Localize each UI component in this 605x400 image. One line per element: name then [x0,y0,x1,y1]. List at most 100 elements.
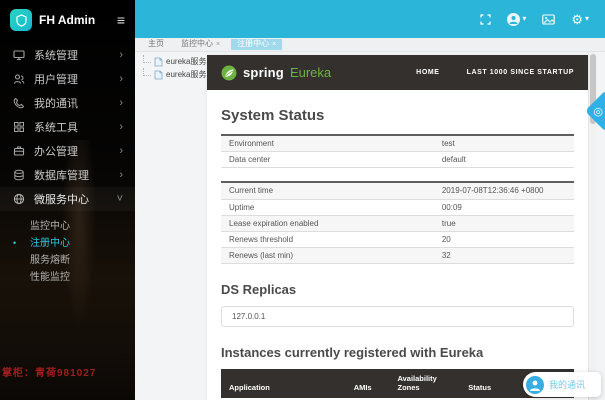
eureka-nav-links: HOME LAST 1000 SINCE STARTUP [416,69,574,76]
tab-home[interactable]: 主页 [142,39,170,50]
chevron-down-icon: ˅ [117,194,123,205]
table-row: Data center default [221,152,574,168]
message-icon[interactable] [542,14,555,25]
sidebar-item-system-tools[interactable]: 系统工具 › [0,115,135,139]
sidebar-item-label: 办公管理 [34,143,110,159]
eureka-dashboard: spring Eureka HOME LAST 1000 SINCE START… [207,55,588,400]
row-label: Lease expiration enabled [221,216,440,231]
tab-label: 监控中心 [181,40,213,49]
sidebar-item-system-mgmt[interactable]: 系统管理 › [0,43,135,67]
tree-item-label: eureka服务2 [166,69,211,80]
caret-down-icon: ▾ [522,15,526,23]
settings-menu[interactable]: ⚙ ▾ [571,13,589,26]
table-row: Renews (last min) 32 [221,248,574,264]
replica-item: 127.0.0.1 [221,306,574,327]
table-row: Environment test [221,136,574,152]
submenu-item-registry-center[interactable]: • 注册中心 [0,235,135,252]
app-logo-icon [10,9,32,31]
tree-item-label: eureka服务1 [166,56,211,67]
sidebar: FH Admin ≡ 系统管理 › 用户管理 › 我的通讯 › [0,0,135,400]
caret-down-icon: ▾ [585,15,589,23]
table-row: Uptime 00:09 [221,200,574,216]
chat-widget-label: 我的通讯 [549,378,585,391]
main-content: eureka服务1 eureka服务2 spring Eureka HOME L… [135,52,605,400]
tab-monitor-center[interactable]: 监控中心 × [175,39,226,50]
instances-table-header: Application AMIs Availability Zones Stat… [221,369,574,398]
column-header-application: Application [229,383,354,392]
microservice-submenu: 监控中心 • 注册中心 服务熔断 性能监控 [0,211,135,290]
file-icon [154,70,163,80]
sidebar-item-my-contacts[interactable]: 我的通讯 › [0,91,135,115]
grid-icon [12,121,25,134]
section-title-instances: Instances currently registered with Eure… [221,345,574,360]
active-dot-icon: • [13,235,16,252]
submenu-item-label: 注册中心 [30,238,70,249]
chat-widget[interactable]: 我的通讯 [523,372,601,397]
tab-label: 主页 [148,40,164,49]
tab-label: 注册中心 [237,40,269,49]
row-value: 20 [440,232,574,247]
row-label: Environment [221,136,440,151]
settings-aperture-icon[interactable]: ◎ [593,105,603,118]
runtime-status-table: Current time 2019-07-08T12:36:46 +0800 U… [221,181,574,264]
sidebar-item-label: 我的通讯 [34,95,110,111]
briefcase-icon [12,145,25,158]
eureka-navbar: spring Eureka HOME LAST 1000 SINCE START… [207,55,588,90]
row-value: 00:09 [440,200,574,215]
nav-link-home[interactable]: HOME [416,69,439,76]
brand-product-text: Eureka [290,65,331,80]
phone-icon [12,97,25,110]
row-label: Data center [221,152,440,167]
users-icon [12,73,25,86]
tree-item-eureka-service-1[interactable]: eureka服务1 [143,55,211,68]
row-value: test [440,136,574,151]
user-menu[interactable]: ▾ [507,13,526,26]
sidebar-item-microservice-center[interactable]: 微服务中心 ˅ [0,187,135,211]
service-tree: eureka服务1 eureka服务2 [143,55,211,81]
fullscreen-icon[interactable] [480,14,491,25]
tree-item-eureka-service-2[interactable]: eureka服务2 [143,68,211,81]
tree-connector [143,68,151,76]
globe-icon [12,193,25,206]
table-row: Current time 2019-07-08T12:36:46 +0800 [221,183,574,199]
chevron-right-icon: › [119,122,123,133]
spring-leaf-icon [221,65,237,81]
sidebar-item-label: 系统工具 [34,119,110,135]
chevron-right-icon: › [119,146,123,157]
tab-registry-center[interactable]: 注册中心 × [231,39,282,50]
tree-connector [143,55,151,63]
row-value: default [440,152,574,167]
sidebar-item-label: 用户管理 [34,71,110,87]
row-value: 2019-07-08T12:36:46 +0800 [440,183,574,198]
sidebar-collapse-icon[interactable]: ≡ [117,13,125,27]
sidebar-item-label: 微服务中心 [34,191,108,207]
chevron-right-icon: › [119,98,123,109]
top-header: ▾ ⚙ ▾ [135,0,605,38]
submenu-item-circuit-breaker[interactable]: 服务熔断 [0,252,135,269]
sidebar-item-user-mgmt[interactable]: 用户管理 › [0,67,135,91]
nav-link-last-1000[interactable]: LAST 1000 SINCE STARTUP [467,69,574,76]
row-label: Current time [221,183,440,198]
column-header-availability-zones: Availability Zones [397,374,468,392]
table-row: Renews threshold 20 [221,232,574,248]
system-status-table: Environment test Data center default [221,134,574,168]
brand-spring-text: spring [243,65,284,80]
gear-icon: ⚙ [571,13,583,26]
tab-bar: 主页 监控中心 × 注册中心 × [135,38,605,52]
close-icon[interactable]: × [272,41,276,48]
sidebar-item-database-mgmt[interactable]: 数据库管理 › [0,163,135,187]
chevron-right-icon: › [119,74,123,85]
sidebar-item-office-mgmt[interactable]: 办公管理 › [0,139,135,163]
app-title: FH Admin [39,13,110,27]
footer-note: 掌柜：青荷981027 [2,364,96,379]
row-value: true [440,216,574,231]
chevron-right-icon: › [119,170,123,181]
close-icon[interactable]: × [216,41,220,48]
logo-bar: FH Admin ≡ [0,0,135,40]
submenu-item-monitor-center[interactable]: 监控中心 [0,218,135,235]
submenu-item-performance-monitor[interactable]: 性能监控 [0,269,135,286]
section-title-system-status: System Status [221,107,574,124]
table-row: Lease expiration enabled true [221,216,574,232]
sidebar-menu: 系统管理 › 用户管理 › 我的通讯 › 系统工具 › [0,43,135,290]
spring-eureka-brand: spring Eureka [221,65,331,81]
